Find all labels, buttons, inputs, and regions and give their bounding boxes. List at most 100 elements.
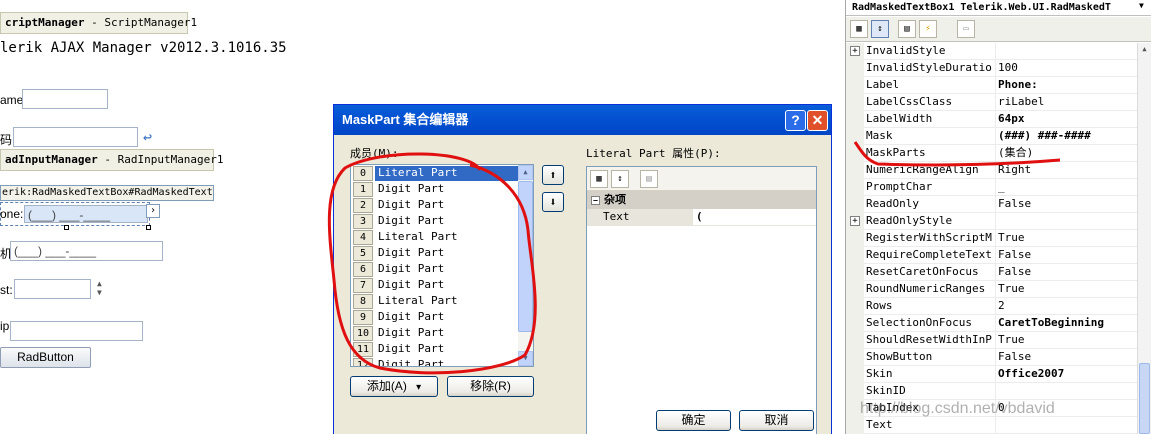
property-row[interactable]: ResetCaretOnFocus False [846, 264, 1137, 281]
property-value[interactable] [995, 383, 1137, 400]
property-row[interactable]: ReadOnly False [846, 196, 1137, 213]
property-row[interactable]: MaskParts (集合) [846, 145, 1137, 162]
property-row[interactable]: Label Phone: [846, 77, 1137, 94]
member-row[interactable]: 12 Digit Part [351, 358, 519, 366]
property-row[interactable]: SkinID [846, 383, 1137, 400]
member-row[interactable]: 6 Digit Part [351, 262, 519, 278]
property-value[interactable] [995, 417, 1137, 434]
property-row[interactable]: Mask (###) ###-#### [846, 128, 1137, 145]
property-row[interactable]: RequireCompleteText False [846, 247, 1137, 264]
member-row[interactable]: 4 Literal Part [351, 230, 519, 246]
spin-arrows-icon[interactable]: ▲ ▼ [97, 279, 102, 297]
member-row[interactable]: 9 Digit Part [351, 310, 519, 326]
property-row[interactable]: + ReadOnlyStyle [846, 213, 1137, 230]
remove-button[interactable]: 移除(R) [447, 376, 534, 397]
member-row[interactable]: 10 Digit Part [351, 326, 519, 342]
member-row[interactable]: 5 Digit Part [351, 246, 519, 262]
property-value[interactable]: True [995, 230, 1137, 247]
text-property-value[interactable]: ( [694, 209, 816, 225]
property-value[interactable]: False [995, 247, 1137, 264]
categorized-icon[interactable]: ▦ [850, 20, 868, 38]
member-row[interactable]: 1 Digit Part [351, 182, 519, 198]
property-value[interactable]: 64px [995, 111, 1137, 128]
property-row[interactable]: Text [846, 417, 1137, 434]
property-row[interactable]: Rows 2 [846, 298, 1137, 315]
property-row[interactable]: LabelWidth 64px [846, 111, 1137, 128]
property-value[interactable]: (###) ###-#### [995, 128, 1137, 145]
members-scrollbar[interactable]: ▲ ▼ [518, 165, 533, 366]
resize-handle-bottom[interactable] [64, 225, 69, 230]
collapse-icon[interactable]: − [591, 195, 600, 205]
scroll-thumb[interactable] [1139, 363, 1150, 434]
alphabetical-icon[interactable]: ↕ [611, 170, 629, 188]
code-input[interactable] [13, 127, 138, 147]
properties-scrollbar[interactable]: ▲ [1137, 43, 1151, 434]
alphabetical-icon[interactable]: ↕ [871, 20, 889, 38]
member-row[interactable]: 2 Digit Part [351, 198, 519, 214]
property-value[interactable]: False [995, 196, 1137, 213]
property-value[interactable]: _ [995, 179, 1137, 196]
property-pages-icon[interactable]: ▤ [640, 170, 658, 188]
property-value[interactable]: True [995, 332, 1137, 349]
scroll-down-icon[interactable]: ▼ [518, 351, 533, 366]
property-row[interactable]: RegisterWithScriptMan True [846, 230, 1137, 247]
member-row[interactable]: 8 Literal Part [351, 294, 519, 310]
smart-tag-chevron-icon[interactable]: › [146, 204, 160, 218]
properties-object-selector[interactable]: RadMaskedTextBox1 Telerik.Web.UI.RadMask… [846, 0, 1151, 16]
return-arrow-icon[interactable]: ↩ [143, 128, 152, 146]
member-row[interactable]: 7 Digit Part [351, 278, 519, 294]
property-row[interactable]: SelectionOnFocus CaretToBeginning [846, 315, 1137, 332]
categorized-icon[interactable]: ▦ [590, 170, 608, 188]
expand-icon[interactable]: + [850, 46, 860, 56]
phone-masked-input[interactable]: (___) ___-____ [24, 205, 148, 223]
numeric-input[interactable] [14, 279, 91, 299]
move-up-button[interactable]: ⬆ [542, 165, 564, 185]
property-value[interactable]: 100 [995, 60, 1137, 77]
member-row[interactable]: 3 Digit Part [351, 214, 519, 230]
property-value[interactable] [995, 213, 1137, 230]
help-button[interactable]: ? [785, 110, 806, 131]
property-value[interactable]: False [995, 264, 1137, 281]
expand-icon[interactable]: + [850, 216, 860, 226]
ok-button[interactable]: 确定 [656, 410, 731, 431]
property-value[interactable] [995, 43, 1137, 60]
property-row[interactable]: PromptChar _ [846, 179, 1137, 196]
property-value[interactable]: CaretToBeginning [995, 315, 1137, 332]
close-button[interactable]: ✕ [807, 110, 828, 131]
cancel-button[interactable]: 取消 [739, 410, 814, 431]
name-input[interactable] [22, 89, 108, 109]
property-row[interactable]: Skin Office2007 [846, 366, 1137, 383]
property-row[interactable]: LabelCssClass riLabel [846, 94, 1137, 111]
members-list[interactable]: 0 Literal Part 1 Digit Part 2 Digit Part 3 Digi… [350, 164, 534, 367]
properties-icon[interactable]: ▤ [898, 20, 916, 38]
masked-textbox-tag[interactable]: erik:RadMaskedTextBox#RadMaskedText… [0, 185, 214, 201]
move-down-button[interactable]: ⬇ [542, 192, 564, 212]
property-row[interactable]: ShowButton False [846, 349, 1137, 366]
property-row[interactable]: RoundNumericRanges True [846, 281, 1137, 298]
property-value[interactable]: Phone: [995, 77, 1137, 94]
property-value[interactable]: Office2007 [995, 366, 1137, 383]
scroll-up-icon[interactable]: ▲ [1138, 43, 1151, 56]
property-row[interactable]: + InvalidStyle [846, 43, 1137, 60]
property-row[interactable]: NumericRangeAlign Right [846, 162, 1137, 179]
rad-button[interactable]: RadButton [0, 347, 91, 368]
member-row[interactable]: 11 Digit Part [351, 342, 519, 358]
property-row[interactable]: ShouldResetWidthInPix True [846, 332, 1137, 349]
zip-input[interactable] [10, 321, 143, 341]
text-property-row[interactable]: Text ( [587, 209, 816, 226]
mobile-masked-input[interactable]: (___) ___-____ [10, 241, 163, 261]
scroll-up-icon[interactable]: ▲ [518, 165, 533, 180]
property-value[interactable]: False [995, 349, 1137, 366]
property-value[interactable]: riLabel [995, 94, 1137, 111]
events-lightning-icon[interactable]: ⚡ [919, 20, 937, 38]
property-row[interactable]: InvalidStyleDuration 100 [846, 60, 1137, 77]
property-value[interactable]: True [995, 281, 1137, 298]
selector-dropdown-icon[interactable]: ▼ [1139, 1, 1144, 10]
property-pages-icon[interactable]: ▭ [957, 20, 975, 38]
resize-handle-corner[interactable] [146, 225, 151, 230]
member-row[interactable]: 0 Literal Part [351, 166, 519, 182]
input-manager-tag[interactable]: adInputManager - RadInputManager1 [0, 149, 224, 171]
property-value[interactable]: Right [995, 162, 1137, 179]
scroll-thumb[interactable] [518, 181, 533, 332]
script-manager-tag[interactable]: criptManager - ScriptManager1 [0, 12, 197, 34]
